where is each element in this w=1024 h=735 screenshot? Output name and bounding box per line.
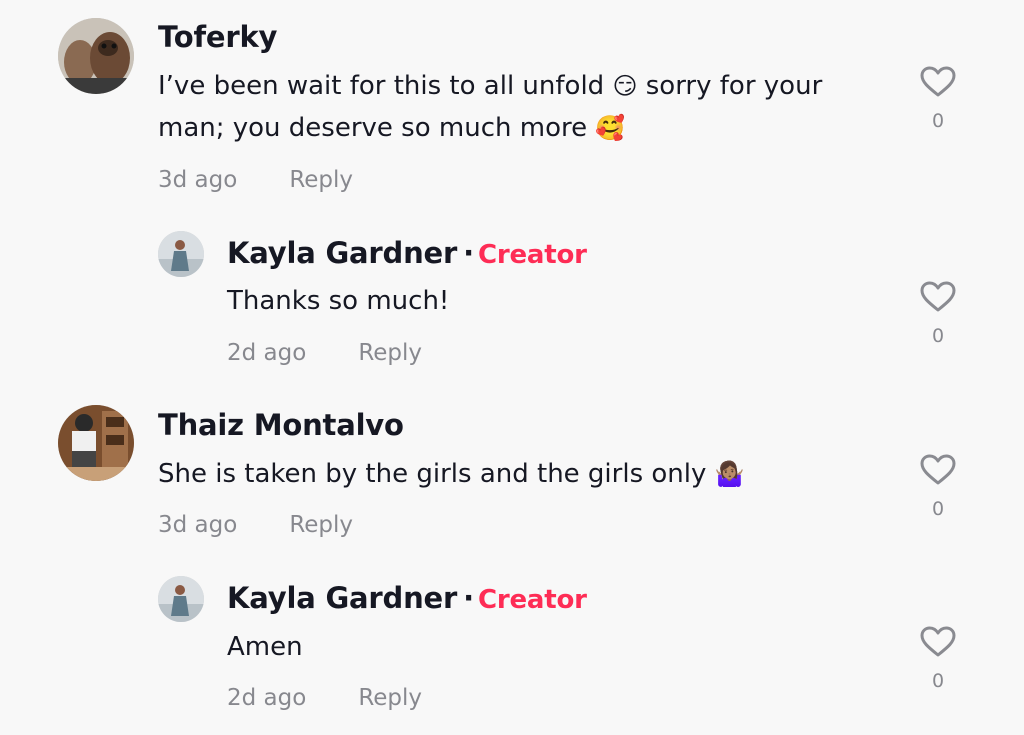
- comment-time: 3d ago: [158, 512, 238, 538]
- comment-meta: 3d ago Reply: [158, 167, 353, 193]
- smirk-emoji-icon: 😏: [612, 72, 638, 100]
- comment-text-part: sorry for your: [637, 71, 823, 101]
- avatar[interactable]: [158, 576, 204, 622]
- comment-text-part: She is taken by the girls and the girls …: [158, 459, 715, 489]
- comment-author-line: Kayla Gardner · Creator: [227, 236, 587, 270]
- comments-list: Toferky I’ve been wait for this to all u…: [0, 0, 1024, 735]
- comment-time: 2d ago: [227, 685, 307, 711]
- comment-author[interactable]: Thaiz Montalvo: [158, 408, 404, 442]
- separator-dot: ·: [463, 581, 474, 615]
- reply-button[interactable]: Reply: [358, 340, 422, 366]
- comment-text: I’ve been wait for this to all unfold 😏 …: [158, 65, 822, 149]
- comment-time: 3d ago: [158, 167, 238, 193]
- like-button[interactable]: 0: [918, 454, 958, 520]
- reply-button[interactable]: Reply: [289, 512, 353, 538]
- like-count: 0: [931, 325, 945, 347]
- avatar[interactable]: [58, 18, 134, 94]
- comment-meta: 2d ago Reply: [227, 340, 422, 366]
- like-count: 0: [931, 110, 945, 132]
- comment-author[interactable]: Kayla Gardner: [227, 581, 457, 615]
- like-button[interactable]: 0: [918, 281, 958, 347]
- creator-badge: Creator: [477, 240, 587, 270]
- avatar[interactable]: [158, 231, 204, 277]
- comment-meta: 2d ago Reply: [227, 685, 422, 711]
- heart-outline-icon[interactable]: [920, 281, 956, 313]
- like-button[interactable]: 0: [918, 626, 958, 692]
- comment-author-line: Kayla Gardner · Creator: [227, 581, 587, 615]
- reply-button[interactable]: Reply: [289, 167, 353, 193]
- creator-badge: Creator: [477, 585, 587, 615]
- comment-time: 2d ago: [227, 340, 307, 366]
- comment-author[interactable]: Toferky: [158, 20, 277, 54]
- comment-text-part: I’ve been wait for this to all unfold: [158, 71, 613, 101]
- like-button[interactable]: 0: [918, 66, 958, 132]
- avatar[interactable]: [58, 405, 134, 481]
- like-count: 0: [931, 670, 945, 692]
- reply-button[interactable]: Reply: [358, 685, 422, 711]
- heart-outline-icon[interactable]: [920, 626, 956, 658]
- comment-meta: 3d ago Reply: [158, 512, 353, 538]
- shrug-emoji-icon: 🤷🏽‍♀️: [714, 460, 745, 488]
- comment-text: She is taken by the girls and the girls …: [158, 453, 745, 495]
- smiling-face-hearts-emoji-icon: 🥰: [595, 114, 626, 142]
- comment-text: Thanks so much!: [227, 286, 450, 316]
- heart-outline-icon[interactable]: [920, 454, 956, 486]
- comment-text: Amen: [227, 632, 303, 662]
- like-count: 0: [931, 498, 945, 520]
- separator-dot: ·: [463, 236, 474, 270]
- heart-outline-icon[interactable]: [920, 66, 956, 98]
- comment-text-part: man; you deserve so much more: [158, 113, 596, 143]
- comment-author[interactable]: Kayla Gardner: [227, 236, 457, 270]
